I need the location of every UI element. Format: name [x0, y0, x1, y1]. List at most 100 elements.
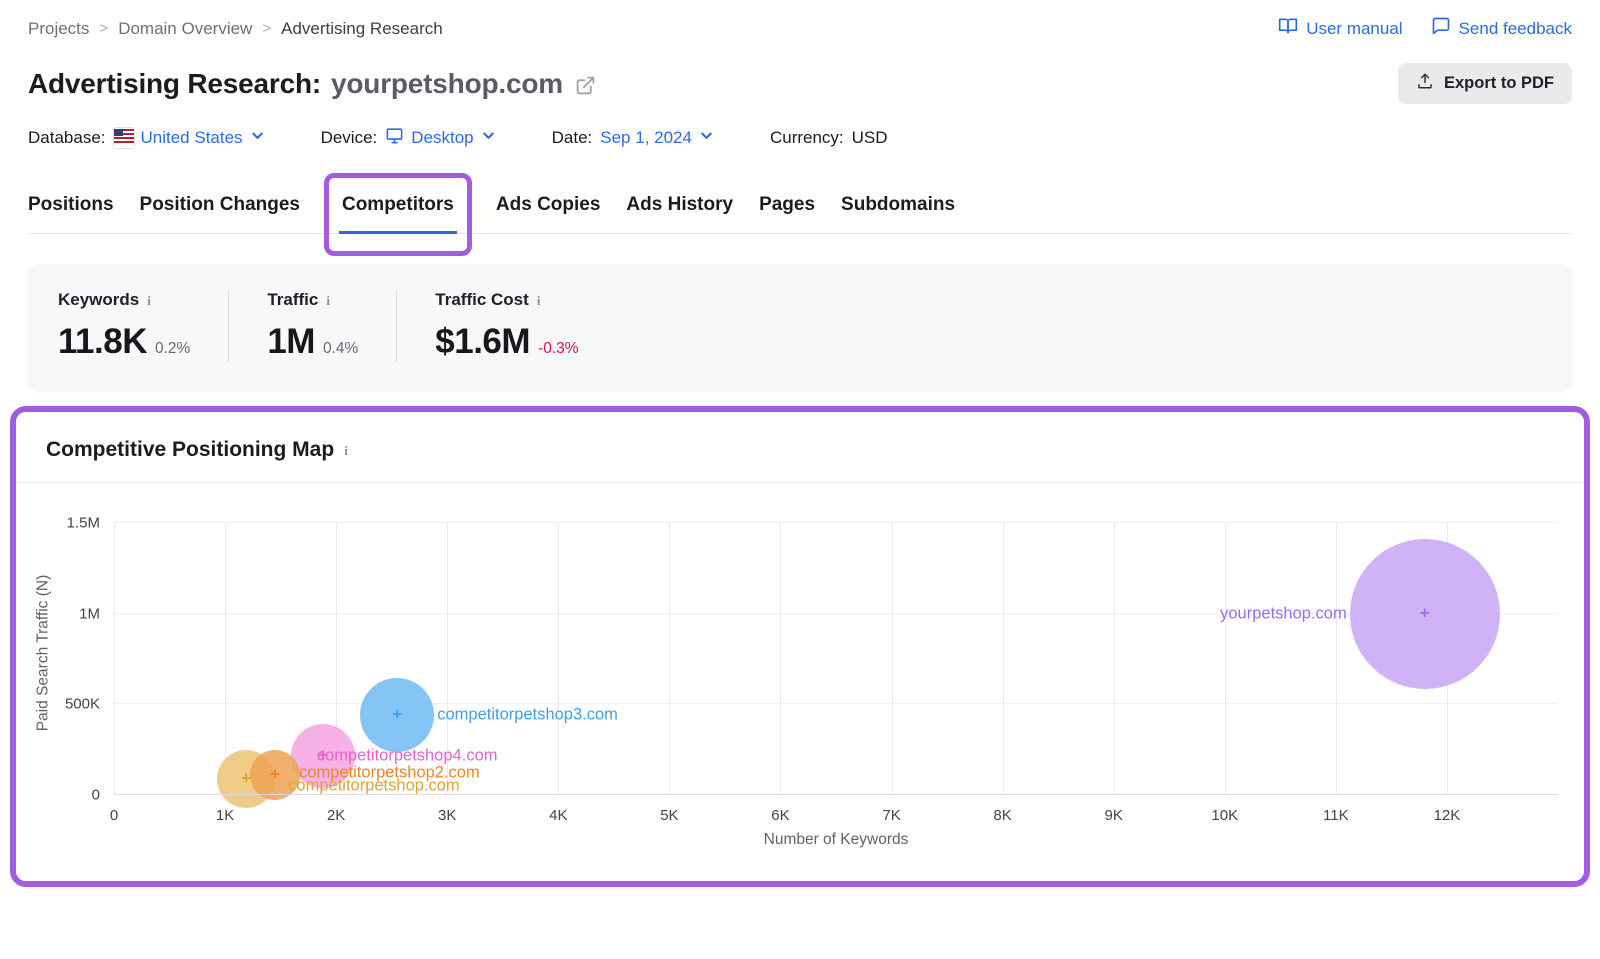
x-tick-label: 0	[110, 807, 118, 824]
gridline-vertical	[669, 523, 670, 795]
title-row: Advertising Research: yourpetshop.com Ex…	[28, 63, 1572, 104]
metric-value: 11.8K	[58, 322, 147, 362]
tab-bar: Positions Position Changes Competitors A…	[28, 190, 1572, 234]
info-icon[interactable]: i	[344, 444, 348, 457]
y-tick-label: 1.5M	[67, 515, 100, 532]
metric-traffic-cost: Traffic Cost i $1.6M -0.3%	[396, 290, 616, 362]
bubble-label[interactable]: yourpetshop.com	[1220, 604, 1347, 623]
send-feedback-label: Send feedback	[1459, 19, 1572, 39]
y-tick-label: 0	[92, 787, 100, 804]
bubble-label[interactable]: competitorpetshop2.com	[299, 763, 480, 782]
bubble-yourpetshop.com[interactable]	[1350, 539, 1500, 689]
desktop-monitor-icon	[385, 126, 404, 150]
device-select[interactable]: Desktop	[385, 126, 495, 150]
x-tick-label: 8K	[993, 807, 1011, 824]
send-feedback-link[interactable]: Send feedback	[1431, 16, 1572, 41]
date-select[interactable]: Sep 1, 2024	[600, 128, 714, 148]
x-axis-ticks: 01K2K3K4K5K6K7K8K9K10K11K12K	[114, 795, 1558, 831]
breadcrumb-projects[interactable]: Projects	[28, 19, 89, 39]
y-tick-label: 500K	[65, 696, 100, 713]
gridline-vertical	[892, 523, 893, 795]
tab-pages[interactable]: Pages	[759, 190, 815, 233]
database-select[interactable]: United States	[114, 128, 265, 148]
database-filter: Database: United States	[28, 128, 265, 148]
user-manual-label: User manual	[1306, 19, 1402, 39]
gridline-vertical	[1003, 523, 1004, 795]
chevron-down-icon	[481, 128, 496, 148]
map-title: Competitive Positioning Map	[46, 438, 334, 462]
metric-delta: 0.2%	[155, 340, 190, 358]
metric-label: Keywords	[58, 290, 139, 310]
breadcrumb-current: Advertising Research	[281, 19, 443, 39]
gridline-horizontal	[114, 522, 1558, 523]
metric-delta: -0.3%	[538, 340, 579, 358]
gridline-vertical	[1114, 523, 1115, 795]
plot-shell: 0500K1M1.5M+yourpetshop.com+competitorpe…	[56, 523, 1558, 853]
competitive-positioning-map-card: Competitive Positioning Map i Paid Searc…	[16, 412, 1584, 881]
tab-position-changes[interactable]: Position Changes	[140, 190, 300, 233]
page-title-domain: yourpetshop.com	[331, 68, 563, 100]
x-tick-label: 4K	[549, 807, 567, 824]
x-tick-label: 3K	[438, 807, 456, 824]
gridline-vertical	[780, 523, 781, 795]
export-to-pdf-button[interactable]: Export to PDF	[1398, 63, 1572, 104]
breadcrumb-separator: >	[262, 20, 271, 37]
metric-label: Traffic Cost	[435, 290, 529, 310]
x-tick-label: 2K	[327, 807, 345, 824]
us-flag-icon	[114, 128, 134, 148]
currency-filter: Currency: USD	[770, 128, 888, 148]
gridline-vertical	[558, 523, 559, 795]
map-header: Competitive Positioning Map i	[16, 412, 1584, 483]
info-icon[interactable]: i	[537, 294, 541, 307]
external-link-icon[interactable]	[575, 75, 596, 96]
chevron-down-icon	[699, 128, 714, 148]
x-tick-label: 7K	[882, 807, 900, 824]
device-label: Device:	[321, 128, 378, 148]
tab-ads-copies[interactable]: Ads Copies	[496, 190, 601, 233]
breadcrumb-domain-overview[interactable]: Domain Overview	[118, 19, 252, 39]
info-icon[interactable]: i	[326, 294, 330, 307]
currency-value: USD	[852, 128, 888, 148]
tab-subdomains[interactable]: Subdomains	[841, 190, 955, 233]
y-axis-label-col: Paid Search Traffic (N)	[30, 523, 56, 853]
currency-label: Currency:	[770, 128, 844, 148]
tab-positions[interactable]: Positions	[28, 190, 114, 233]
gridline-vertical	[114, 523, 115, 795]
export-button-label: Export to PDF	[1444, 74, 1554, 93]
bubble-label[interactable]: competitorpetshop3.com	[437, 706, 618, 725]
breadcrumb-separator: >	[99, 20, 108, 37]
summary-metrics-card: Keywords i 11.8K 0.2% Traffic i 1M 0.4% …	[28, 264, 1572, 392]
x-tick-label: 9K	[1105, 807, 1123, 824]
tab-ads-history[interactable]: Ads History	[626, 190, 733, 233]
date-label: Date:	[552, 128, 593, 148]
user-manual-link[interactable]: User manual	[1278, 16, 1402, 41]
date-value: Sep 1, 2024	[600, 128, 692, 148]
gridline-vertical	[1225, 523, 1226, 795]
x-tick-label: 12K	[1434, 807, 1461, 824]
plot-area: 0500K1M1.5M+yourpetshop.com+competitorpe…	[114, 523, 1558, 795]
metric-keywords: Keywords i 11.8K 0.2%	[58, 290, 228, 362]
x-tick-label: 6K	[771, 807, 789, 824]
x-tick-label: 11K	[1323, 807, 1349, 824]
breadcrumb: Projects > Domain Overview > Advertising…	[28, 19, 443, 39]
book-icon	[1278, 16, 1298, 41]
gridline-vertical	[1336, 523, 1337, 795]
device-filter: Device: Desktop	[321, 126, 496, 150]
metric-value: 1M	[267, 322, 315, 362]
x-axis-label: Number of Keywords	[114, 831, 1558, 853]
page: Projects > Domain Overview > Advertising…	[0, 0, 1600, 907]
top-links: User manual Send feedback	[1278, 16, 1572, 41]
metric-traffic: Traffic i 1M 0.4%	[228, 290, 396, 362]
feedback-bubble-icon	[1431, 16, 1451, 41]
gridline-vertical	[225, 523, 226, 795]
highlight-box: Competitive Positioning Map i Paid Searc…	[10, 406, 1590, 887]
x-tick-label: 10K	[1211, 807, 1238, 824]
tab-competitors[interactable]: Competitors	[342, 190, 454, 233]
bubble-competitorpetshop3.com[interactable]	[360, 678, 434, 752]
database-label: Database:	[28, 128, 106, 148]
x-tick-label: 5K	[660, 807, 678, 824]
device-value: Desktop	[411, 128, 473, 148]
metric-delta: 0.4%	[323, 340, 358, 358]
x-tick-label: 1K	[216, 807, 234, 824]
info-icon[interactable]: i	[147, 294, 151, 307]
